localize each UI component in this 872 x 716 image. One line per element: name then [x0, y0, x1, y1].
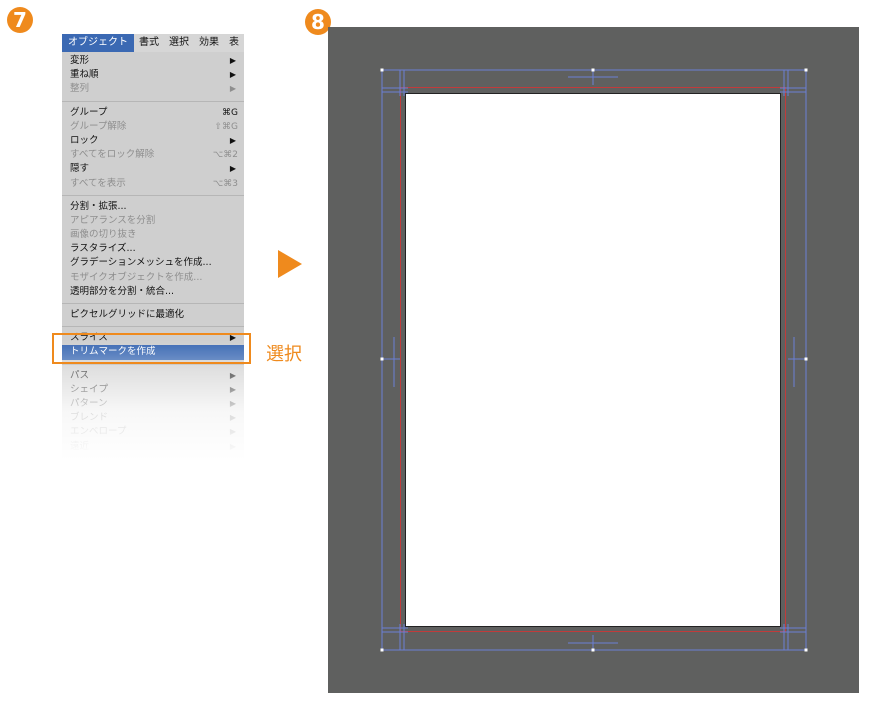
menu-item[interactable]: パス ▶	[62, 369, 244, 383]
menu-item-shortcut: ⌘G	[222, 107, 238, 118]
object-menu-dropdown: 変形 ▶ 重ね順 ▶ 整列 ▶ グループ ⌘G グループ解除 ⇧⌘G ロック ▶ すべてをロック解除 ⌥⌘…	[62, 52, 244, 460]
trim-marks-overlay	[380, 68, 808, 652]
submenu-arrow-icon: ▶	[229, 441, 236, 451]
menu-item[interactable]: モザイクオブジェクトを作成...	[62, 271, 244, 285]
submenu-arrow-icon: ▶	[229, 135, 236, 145]
menu-item-label: エンベロープ	[70, 426, 127, 438]
menu-item[interactable]: グラデーションメッシュを作成...	[62, 256, 244, 270]
anchor-point[interactable]	[380, 648, 384, 652]
anchor-point[interactable]	[380, 68, 384, 72]
menu-item[interactable]: 透明部分を分割・統合...	[62, 285, 244, 299]
menu-item[interactable]: ロック ▶	[62, 134, 244, 148]
submenu-arrow-icon: ▶	[229, 384, 236, 394]
submenu-arrow-icon: ▶	[229, 84, 236, 94]
menu-item-label: グラデーションメッシュを作成...	[70, 257, 212, 269]
menu-item[interactable]: 画像の切り抜き	[62, 228, 244, 242]
menu-item-label: 画像の切り抜き	[70, 229, 137, 241]
menu-separator	[62, 194, 244, 196]
menu-item[interactable]: ピクセルグリッドに最適化	[62, 308, 244, 322]
menu-item[interactable]: 変形 ▶	[62, 54, 244, 68]
menu-item[interactable]: アピアランスを分割	[62, 214, 244, 228]
menubar-item-effect[interactable]: 効果	[194, 34, 224, 52]
menubar-item-view[interactable]: 表	[224, 34, 244, 52]
illustrator-canvas[interactable]	[328, 27, 859, 693]
submenu-arrow-icon: ▶	[229, 413, 236, 423]
menu-item-label: ラスタライズ...	[70, 243, 136, 255]
menu-item-label: 分割・拡張...	[70, 200, 127, 212]
menu-item-label: ピクセルグリッドに最適化	[70, 309, 185, 320]
menu-item[interactable]: シェイプ ▶	[62, 383, 244, 397]
menu-item-label: ブレンド	[70, 412, 109, 424]
menu-item-label: グループ解除	[70, 120, 127, 132]
menu-item-label: 整列	[70, 83, 90, 95]
menu-item[interactable]: グループ ⌘G	[62, 106, 244, 120]
menu-item-label: 遠近	[70, 440, 90, 452]
submenu-arrow-icon: ▶	[229, 398, 236, 408]
menu-item-shortcut: ⌥⌘2	[212, 150, 238, 161]
menu-separator	[62, 303, 244, 304]
submenu-arrow-icon: ▶	[229, 164, 236, 174]
anchor-point[interactable]	[591, 68, 595, 72]
menu-item[interactable]: 重ね順 ▶	[62, 68, 244, 82]
menu-item[interactable]: ラスタライズ...	[62, 242, 244, 256]
selection-highlight-box	[52, 333, 251, 364]
menu-bar: オブジェクト 書式 選択 効果 表	[62, 34, 244, 52]
menu-item-label: パターン	[70, 397, 108, 409]
anchor-point[interactable]	[804, 357, 808, 361]
anchor-point[interactable]	[804, 68, 808, 72]
menu-list: 変形 ▶ 重ね順 ▶ 整列 ▶ グループ ⌘G グループ解除 ⇧⌘G ロック ▶ すべてをロック解除 ⌥⌘…	[62, 52, 244, 454]
menu-separator	[62, 326, 244, 328]
menu-item[interactable]: パターン ▶	[62, 397, 244, 411]
submenu-arrow-icon: ▶	[229, 56, 236, 65]
menu-item-label: パス	[70, 369, 90, 381]
menu-item-label: グループ	[70, 106, 108, 118]
menu-item[interactable]: エンベロープ ▶	[62, 425, 244, 439]
next-step-arrow-icon	[278, 250, 302, 278]
step-7-badge: 7	[7, 7, 33, 33]
menu-item[interactable]: 整列 ▶	[62, 82, 244, 96]
menu-item-label: 重ね順	[70, 69, 99, 81]
menu-item-label: すべてを表示	[70, 177, 126, 189]
submenu-arrow-icon: ▶	[229, 70, 236, 80]
menu-item-label: ロック	[70, 134, 99, 146]
menubar-item-select[interactable]: 選択	[164, 34, 194, 52]
menu-item-label: 透明部分を分割・統合...	[70, 285, 175, 297]
menu-item[interactable]: グループ解除 ⇧⌘G	[62, 120, 244, 134]
anchor-point[interactable]	[380, 357, 384, 361]
menu-item-label: モザイクオブジェクトを作成...	[70, 271, 203, 283]
menu-item[interactable]: ブレンド ▶	[62, 411, 244, 425]
menu-item[interactable]: 分割・拡張...	[62, 200, 244, 214]
submenu-arrow-icon: ▶	[229, 370, 236, 380]
menu-item-label: すべてをロック解除	[70, 149, 155, 161]
anchor-point[interactable]	[591, 648, 595, 652]
menu-item[interactable]: すべてをロック解除 ⌥⌘2	[62, 148, 244, 162]
menu-separator	[62, 100, 244, 102]
menu-item-label: アピアランスを分割	[70, 214, 156, 226]
menubar-item-type[interactable]: 書式	[134, 34, 164, 52]
menu-item-label: シェイプ	[70, 383, 109, 395]
menu-item-shortcut: ⌥⌘3	[212, 178, 238, 189]
menu-item[interactable]: 遠近 ▶	[62, 440, 244, 454]
menu-item-label: 隠す	[70, 163, 90, 175]
menu-item[interactable]: すべてを表示 ⌥⌘3	[62, 177, 244, 191]
submenu-arrow-icon: ▶	[229, 427, 236, 437]
menubar-item-object[interactable]: オブジェクト	[62, 34, 134, 52]
menu-item-shortcut: ⇧⌘G	[214, 121, 238, 132]
select-callout-label: 選択	[266, 344, 302, 365]
object-menu-screenshot: オブジェクト 書式 選択 効果 表 変形 ▶ 重ね順 ▶ 整列 ▶ グループ ⌘G グループ解除…	[62, 34, 244, 460]
anchor-point[interactable]	[804, 648, 808, 652]
menu-item-label: 変形	[70, 55, 90, 66]
menu-item[interactable]: 隠す ▶	[62, 162, 244, 176]
